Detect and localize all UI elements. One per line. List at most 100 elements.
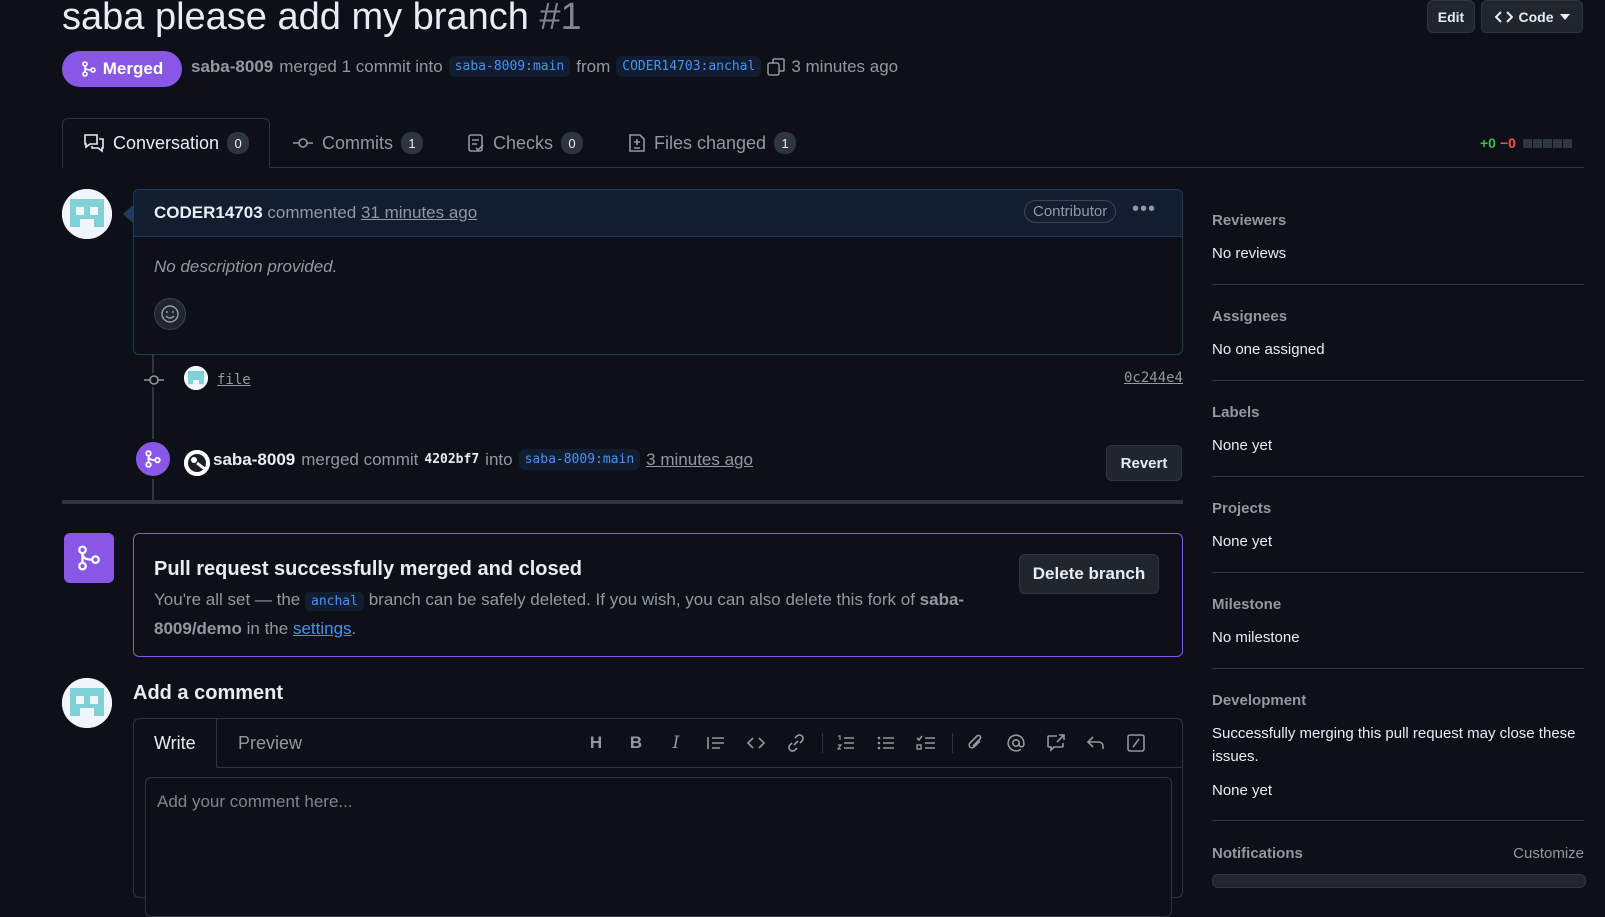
link-icon[interactable]: [784, 731, 808, 755]
comment-time[interactable]: 31 minutes ago: [361, 203, 477, 222]
merged-text-2: branch can be safely deleted. If you wis…: [368, 590, 915, 609]
diffstat-added: +0: [1480, 135, 1496, 151]
merged-badge-label: Merged: [102, 59, 164, 78]
tab-conversation-count: 0: [227, 132, 250, 154]
merge-event-icon: [133, 439, 173, 479]
sidebar-reviewers: Reviewers No reviews: [1212, 212, 1584, 265]
sidebar-divider: [1212, 572, 1584, 573]
kebab-menu-icon[interactable]: •••: [1132, 198, 1156, 221]
heading-icon[interactable]: H: [584, 731, 608, 755]
merged-period: .: [351, 619, 357, 638]
unordered-list-icon[interactable]: [874, 731, 898, 755]
comment-textarea[interactable]: Add your comment here...: [145, 777, 1172, 917]
tab-conversation[interactable]: Conversation 0: [62, 118, 271, 168]
toolbar-divider: [952, 733, 953, 753]
preview-tab[interactable]: Preview: [218, 719, 322, 767]
reviewers-heading[interactable]: Reviewers: [1212, 212, 1584, 229]
merge-event-time[interactable]: 3 minutes ago: [646, 450, 753, 470]
head-branch[interactable]: CODER14703:anchal: [616, 56, 762, 77]
base-branch[interactable]: saba-8009:main: [448, 56, 571, 77]
slash-commands-icon[interactable]: [1124, 731, 1148, 755]
smiley-icon: [160, 304, 180, 324]
comment-editor: Write Preview H B I Add your comment her…: [133, 718, 1183, 917]
italic-icon[interactable]: I: [664, 731, 688, 755]
commit-row: file 0c244e4: [140, 366, 1183, 394]
labels-value: None yet: [1212, 437, 1273, 454]
avatar[interactable]: [62, 678, 112, 728]
development-value: None yet: [1212, 782, 1273, 799]
merger-avatar[interactable]: [184, 450, 210, 476]
delete-branch-button[interactable]: Delete branch: [1019, 554, 1159, 594]
comment-verb: commented: [267, 203, 357, 222]
revert-button[interactable]: Revert: [1106, 445, 1182, 481]
sidebar-divider: [1212, 380, 1584, 381]
merge-icon: [81, 61, 97, 77]
notifications-heading: Notifications: [1212, 845, 1303, 862]
development-heading[interactable]: Development: [1212, 692, 1584, 709]
merge-event-author[interactable]: saba-8009: [213, 450, 295, 470]
comment-author[interactable]: CODER14703: [154, 203, 263, 222]
merge-event-branch[interactable]: saba-8009:main: [518, 449, 641, 470]
labels-heading[interactable]: Labels: [1212, 404, 1584, 421]
diffstat-removed: −0: [1499, 135, 1516, 151]
comment-placeholder: Add your comment here...: [157, 792, 353, 811]
bold-icon[interactable]: B: [624, 731, 648, 755]
merged-branch-name: anchal: [305, 592, 364, 611]
comment-header: CODER14703 commented 31 minutes ago Cont…: [134, 190, 1182, 237]
commit-author-avatar[interactable]: [184, 366, 208, 390]
commit-sha-link[interactable]: 0c244e4: [1124, 370, 1183, 386]
edit-button[interactable]: Edit: [1427, 0, 1475, 33]
attachment-icon[interactable]: [964, 731, 988, 755]
comment-meta: CODER14703 commented 31 minutes ago: [154, 203, 477, 223]
quote-icon[interactable]: [704, 731, 728, 755]
conversation-icon: [83, 133, 105, 153]
merge-event-into: into: [485, 449, 513, 469]
sidebar-notifications: Notifications Customize: [1212, 845, 1584, 862]
commit-icon: [143, 373, 165, 387]
code-icon[interactable]: [744, 731, 768, 755]
merge-time: 3 minutes ago: [791, 56, 899, 76]
cross-reference-icon[interactable]: [1044, 731, 1068, 755]
merge-event-text: saba-8009 merged commit 4202bf7 into sab…: [213, 449, 753, 470]
sidebar-divider: [1212, 668, 1584, 669]
milestone-heading[interactable]: Milestone: [1212, 596, 1584, 613]
customize-link[interactable]: Customize: [1513, 845, 1584, 862]
code-button[interactable]: Code: [1481, 0, 1583, 33]
copy-icon[interactable]: [767, 57, 786, 76]
tab-files-changed[interactable]: Files changed 1: [608, 118, 816, 168]
task-list-icon[interactable]: [914, 731, 938, 755]
sidebar-labels: Labels None yet: [1212, 404, 1584, 457]
commit-icon: [292, 136, 314, 150]
toolbar-divider: [822, 733, 823, 753]
sidebar-development: Development Successfully merging this pu…: [1212, 692, 1584, 802]
add-reaction-button[interactable]: [154, 298, 186, 330]
sidebar-assignees: Assignees No one assigned: [1212, 308, 1584, 361]
sidebar-divider: [1212, 820, 1584, 821]
pr-number: #1: [539, 0, 582, 38]
projects-heading[interactable]: Projects: [1212, 500, 1584, 517]
code-button-label: Code: [1518, 8, 1554, 25]
tab-checks-count: 0: [561, 132, 584, 154]
editor-toolbar: Write Preview H B I: [134, 719, 1182, 768]
tab-commits[interactable]: Commits 1: [272, 118, 443, 168]
merge-event-verb: merged commit: [301, 449, 419, 469]
reply-icon[interactable]: [1084, 731, 1108, 755]
merged-box: Pull request successfully merged and clo…: [133, 533, 1183, 657]
settings-link[interactable]: settings: [293, 619, 352, 638]
ordered-list-icon[interactable]: [834, 731, 858, 755]
caret-down-icon: [1559, 13, 1570, 20]
avatar[interactable]: [62, 189, 112, 239]
assignees-heading[interactable]: Assignees: [1212, 308, 1584, 325]
diffstat: +0 −0: [1480, 135, 1572, 151]
notifications-button[interactable]: [1212, 874, 1586, 888]
mention-icon[interactable]: [1004, 731, 1028, 755]
commit-message-link[interactable]: file: [217, 372, 251, 388]
merger-link[interactable]: saba-8009: [191, 57, 273, 77]
merged-status-icon: [64, 533, 114, 583]
revert-button-label: Revert: [1120, 454, 1168, 472]
merge-commit-sha[interactable]: 4202bf7: [424, 452, 479, 467]
write-tab[interactable]: Write: [134, 719, 217, 768]
tab-checks[interactable]: Checks 0: [447, 118, 603, 168]
from-text: from: [576, 56, 611, 76]
sidebar-divider: [1212, 476, 1584, 477]
